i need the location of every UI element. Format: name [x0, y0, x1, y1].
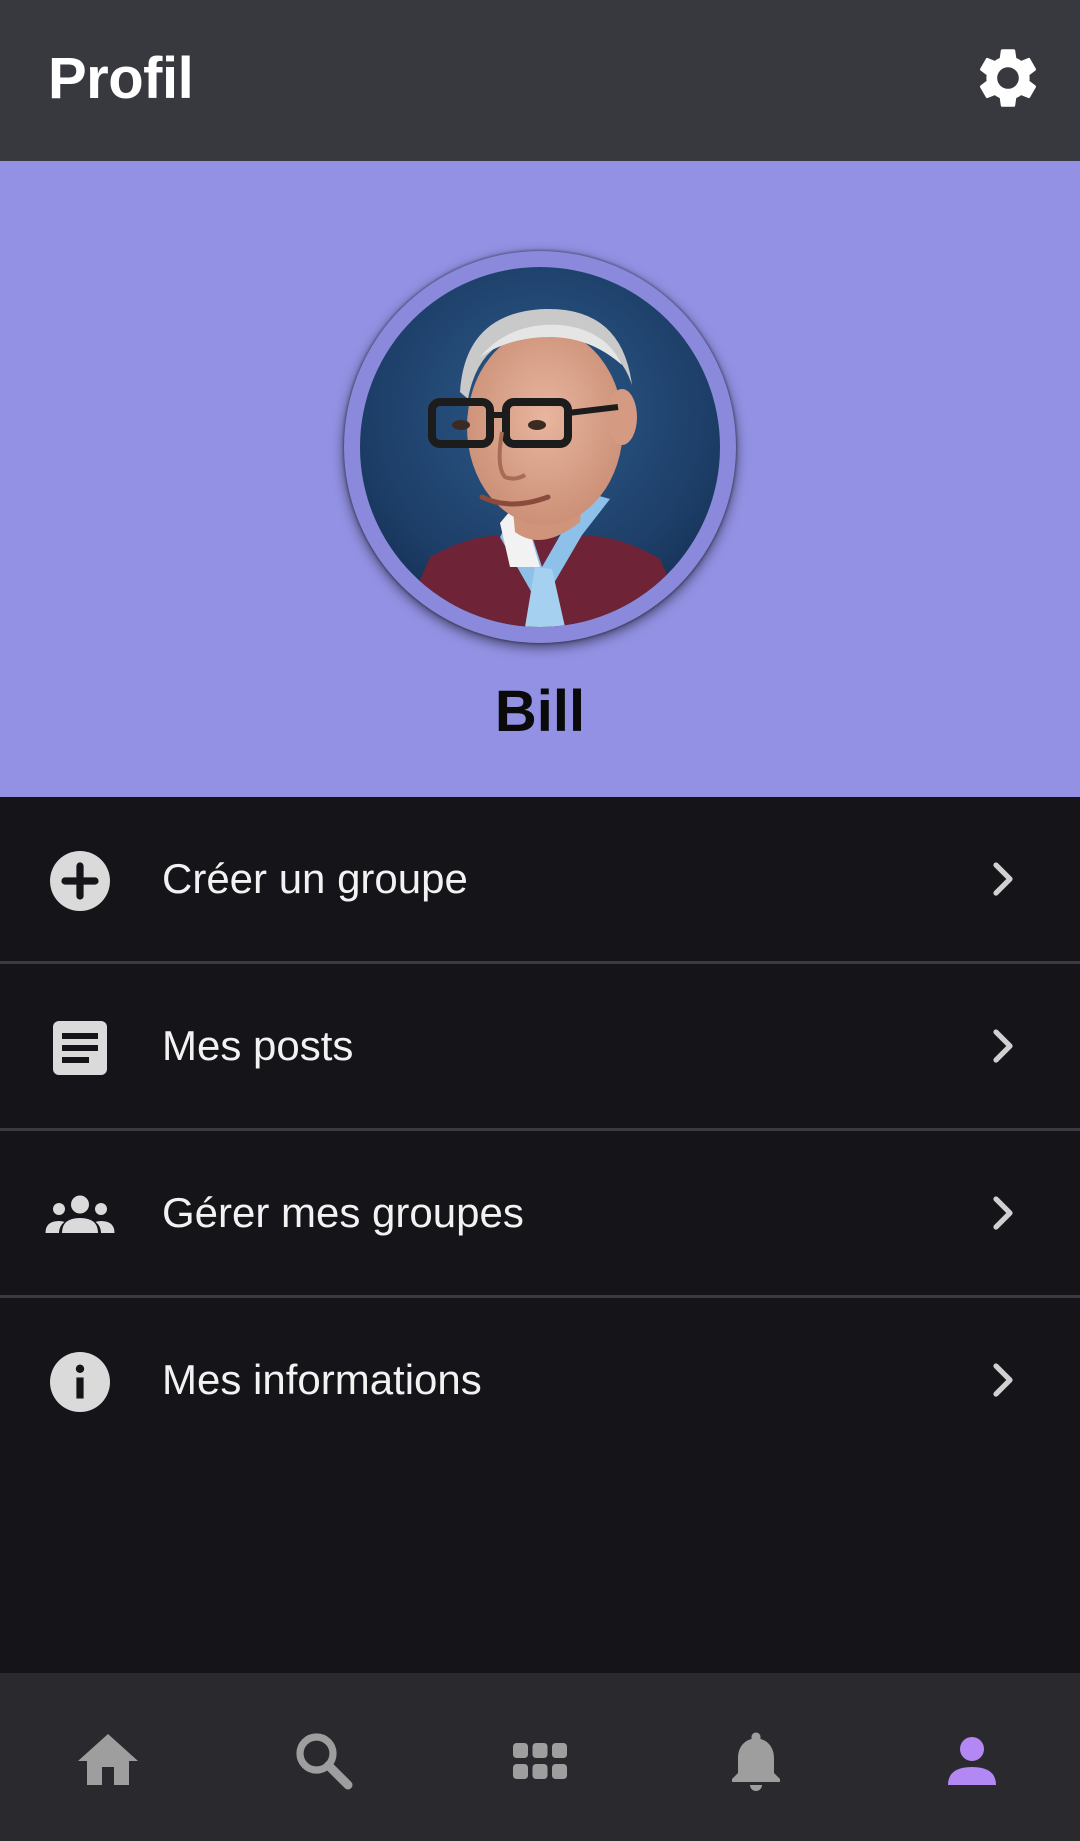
page-title: Profil	[48, 46, 194, 111]
menu-item-label: Créer un groupe	[162, 855, 468, 902]
home-icon	[78, 1734, 138, 1785]
menu-item-manage-groups[interactable]: Gérer mes groupes	[0, 1131, 1080, 1298]
app-bar: Profil	[0, 0, 1080, 161]
groups-icon	[45, 1195, 115, 1233]
profile-photo	[360, 267, 720, 627]
menu-item-label: Mes posts	[162, 1022, 354, 1069]
info-icon	[50, 1352, 110, 1412]
profile-header: Bill	[0, 161, 1080, 797]
profile-screen: Profil Bill Créer un groupe Mes posts Gé…	[0, 0, 1080, 1841]
chevron-right-icon	[993, 862, 1013, 896]
nav-search-button[interactable]	[288, 1725, 360, 1797]
search-icon	[296, 1733, 353, 1790]
nav-notifications-button[interactable]	[720, 1725, 792, 1797]
nav-home-button[interactable]	[72, 1725, 144, 1797]
chevron-right-icon	[993, 1196, 1013, 1230]
person-icon	[948, 1737, 996, 1785]
menu-item-label: Gérer mes groupes	[162, 1189, 524, 1236]
avatar[interactable]	[360, 267, 720, 627]
avatar-frame	[344, 251, 736, 643]
chevron-right-icon	[993, 1029, 1013, 1063]
settings-button[interactable]	[972, 42, 1044, 114]
apps-grid-icon	[513, 1743, 567, 1779]
menu-item-my-information[interactable]: Mes informations	[0, 1298, 1080, 1462]
nav-profile-button[interactable]	[936, 1725, 1008, 1797]
nav-apps-button[interactable]	[504, 1725, 576, 1797]
profile-name: Bill	[494, 679, 586, 744]
bottom-navigation	[0, 1673, 1080, 1841]
bell-icon	[732, 1732, 780, 1791]
add-circle-icon	[50, 851, 110, 911]
menu-item-create-group[interactable]: Créer un groupe	[0, 797, 1080, 964]
menu-item-my-posts[interactable]: Mes posts	[0, 964, 1080, 1131]
chevron-right-icon	[993, 1363, 1013, 1397]
article-icon	[53, 1021, 107, 1075]
menu-item-label: Mes informations	[162, 1356, 482, 1403]
gear-icon	[979, 49, 1037, 107]
profile-menu: Créer un groupe Mes posts Gérer mes grou…	[0, 797, 1080, 1462]
